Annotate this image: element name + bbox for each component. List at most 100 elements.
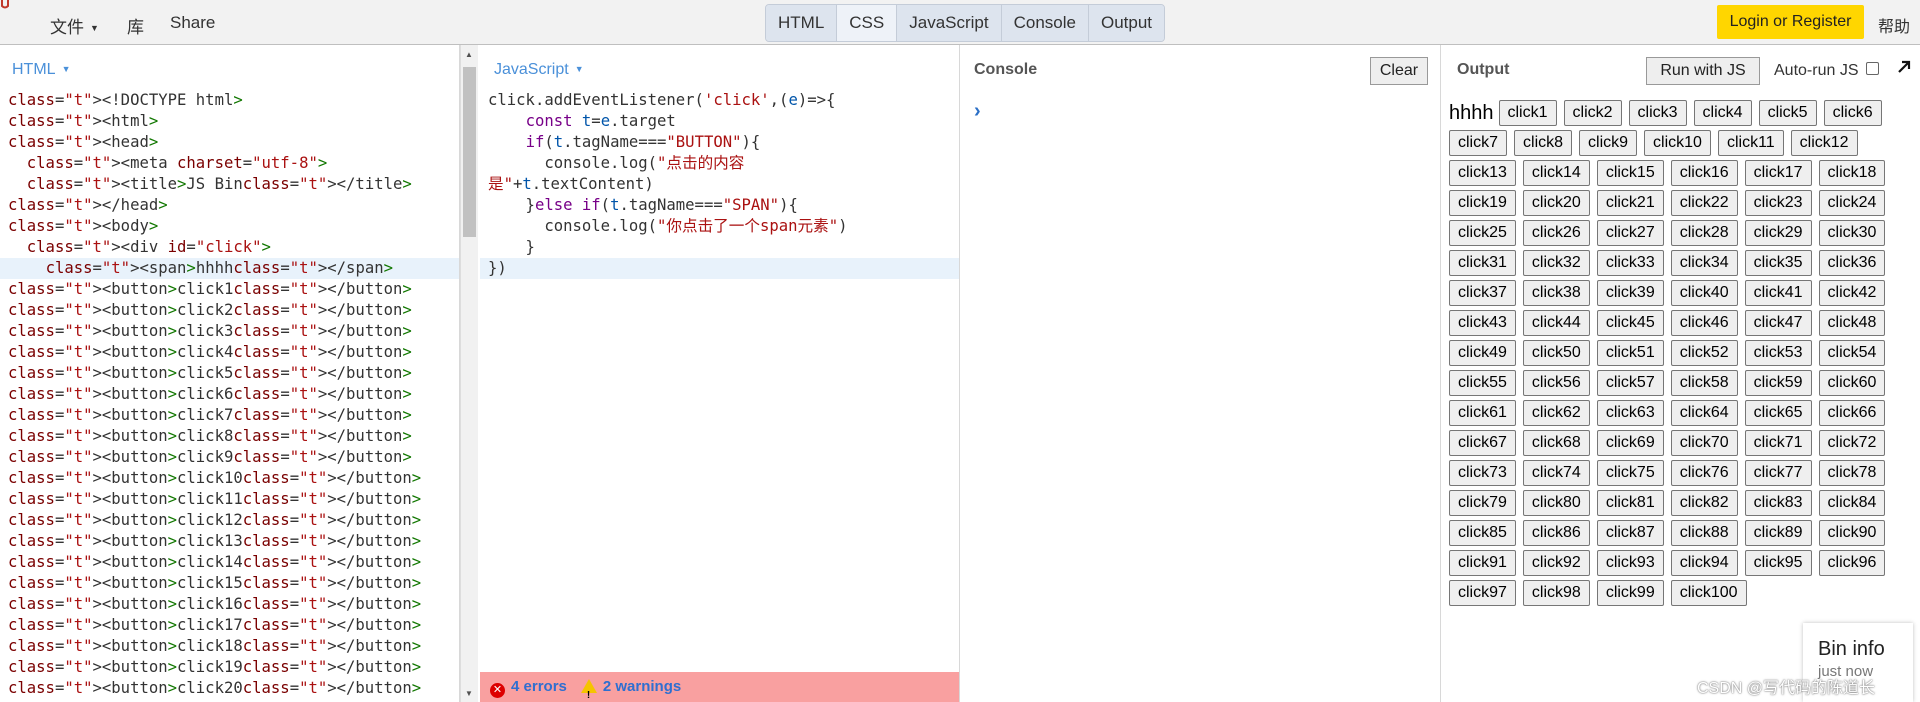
output-button-click36[interactable]: click36 [1818,250,1886,276]
output-button-click84[interactable]: click84 [1818,490,1886,516]
output-button-click32[interactable]: click32 [1522,250,1590,276]
output-button-click62[interactable]: click62 [1522,400,1590,426]
output-button-click43[interactable]: click43 [1449,310,1516,336]
output-button-click13[interactable]: click13 [1449,160,1516,186]
output-button-click2[interactable]: click2 [1563,100,1622,126]
output-button-click56[interactable]: click56 [1522,370,1590,396]
output-button-click21[interactable]: click21 [1596,190,1664,216]
output-button-click40[interactable]: click40 [1670,280,1738,306]
file-menu[interactable]: 文件 ▼ [50,13,99,38]
output-button-click97[interactable]: click97 [1449,580,1516,606]
error-count[interactable]: 4 errors [511,678,567,695]
output-button-click87[interactable]: click87 [1596,520,1664,546]
login-register-button[interactable]: Login or Register [1717,5,1864,39]
output-button-click6[interactable]: click6 [1823,100,1882,126]
output-button-click41[interactable]: click41 [1744,280,1812,306]
output-button-click82[interactable]: click82 [1670,490,1738,516]
output-button-click72[interactable]: click72 [1818,430,1886,456]
output-button-click61[interactable]: click61 [1449,400,1516,426]
clear-button[interactable]: Clear [1370,57,1428,85]
output-button-click44[interactable]: click44 [1522,310,1590,336]
output-button-click96[interactable]: click96 [1818,550,1886,576]
output-button-click11[interactable]: click11 [1717,130,1784,156]
help-link[interactable]: 帮助 [1878,13,1910,37]
warning-count[interactable]: 2 warnings [603,678,681,695]
output-button-click14[interactable]: click14 [1522,160,1590,186]
output-button-click69[interactable]: click69 [1596,430,1664,456]
output-button-click3[interactable]: click3 [1628,100,1687,126]
output-button-click73[interactable]: click73 [1449,460,1516,486]
output-button-click70[interactable]: click70 [1670,430,1738,456]
output-button-click28[interactable]: click28 [1670,220,1738,246]
error-status-bar[interactable]: ✕ 4 errors! 2 warnings [480,672,959,702]
output-button-click51[interactable]: click51 [1596,340,1664,366]
output-button-click16[interactable]: click16 [1670,160,1738,186]
output-button-click7[interactable]: click7 [1449,130,1508,156]
output-button-click54[interactable]: click54 [1818,340,1886,366]
output-button-click100[interactable]: click100 [1670,580,1747,606]
output-button-click71[interactable]: click71 [1744,430,1812,456]
output-button-click68[interactable]: click68 [1522,430,1590,456]
output-button-click45[interactable]: click45 [1596,310,1664,336]
output-button-click30[interactable]: click30 [1818,220,1886,246]
auto-run-checkbox[interactable] [1866,62,1879,75]
toggle-console[interactable]: Console [1001,5,1089,41]
output-button-click38[interactable]: click38 [1522,280,1590,306]
output-button-click8[interactable]: click8 [1514,130,1573,156]
output-button-click60[interactable]: click60 [1818,370,1886,396]
output-button-click67[interactable]: click67 [1449,430,1516,456]
toggle-output[interactable]: Output [1089,5,1165,41]
output-button-click64[interactable]: click64 [1670,400,1738,426]
output-button-click55[interactable]: click55 [1449,370,1516,396]
output-button-click91[interactable]: click91 [1449,550,1516,576]
output-span-text[interactable]: hhhh [1449,102,1494,125]
output-button-click79[interactable]: click79 [1449,490,1516,516]
output-button-click95[interactable]: click95 [1744,550,1812,576]
output-button-click34[interactable]: click34 [1670,250,1738,276]
output-button-click66[interactable]: click66 [1818,400,1886,426]
output-button-click85[interactable]: click85 [1449,520,1516,546]
javascript-panel-label[interactable]: JavaScript ▼ [494,61,584,79]
toggle-html[interactable]: HTML [766,5,838,41]
output-button-click17[interactable]: click17 [1744,160,1812,186]
output-button-click4[interactable]: click4 [1693,100,1752,126]
output-button-click48[interactable]: click48 [1818,310,1886,336]
output-button-click19[interactable]: click19 [1449,190,1516,216]
output-button-click33[interactable]: click33 [1596,250,1664,276]
output-button-click12[interactable]: click12 [1790,130,1858,156]
output-button-click27[interactable]: click27 [1596,220,1664,246]
output-button-click74[interactable]: click74 [1522,460,1590,486]
javascript-code-editor[interactable]: click.addEventListener('click',(e)=>{ co… [480,90,959,279]
share-menu[interactable]: Share [170,13,215,33]
run-with-js-button[interactable]: Run with JS [1646,57,1760,85]
output-button-click65[interactable]: click65 [1744,400,1812,426]
popout-arrow-icon[interactable] [1896,59,1912,75]
toggle-css[interactable]: CSS [837,5,898,41]
output-button-click99[interactable]: click99 [1596,580,1664,606]
output-button-click83[interactable]: click83 [1744,490,1812,516]
output-button-click26[interactable]: click26 [1522,220,1590,246]
output-button-click77[interactable]: click77 [1744,460,1812,486]
output-button-click89[interactable]: click89 [1744,520,1812,546]
scrollbar-thumb[interactable] [463,67,476,237]
output-button-click20[interactable]: click20 [1522,190,1590,216]
output-button-click22[interactable]: click22 [1670,190,1738,216]
output-button-click29[interactable]: click29 [1744,220,1812,246]
scroll-up-icon[interactable]: ▲ [465,50,473,59]
output-button-click35[interactable]: click35 [1744,250,1812,276]
output-button-click59[interactable]: click59 [1744,370,1812,396]
output-button-click18[interactable]: click18 [1818,160,1886,186]
output-button-click63[interactable]: click63 [1596,400,1664,426]
html-code-editor[interactable]: class="t"><!DOCTYPE html> class="t"><html… [0,90,459,699]
output-button-click10[interactable]: click10 [1644,130,1711,156]
output-button-click92[interactable]: click92 [1522,550,1590,576]
output-button-click42[interactable]: click42 [1818,280,1886,306]
output-button-click50[interactable]: click50 [1522,340,1590,366]
output-button-click9[interactable]: click9 [1579,130,1638,156]
output-button-click78[interactable]: click78 [1818,460,1886,486]
output-button-click94[interactable]: click94 [1670,550,1738,576]
output-button-click31[interactable]: click31 [1449,250,1516,276]
output-button-click39[interactable]: click39 [1596,280,1664,306]
output-button-click90[interactable]: click90 [1818,520,1886,546]
output-button-click86[interactable]: click86 [1522,520,1590,546]
